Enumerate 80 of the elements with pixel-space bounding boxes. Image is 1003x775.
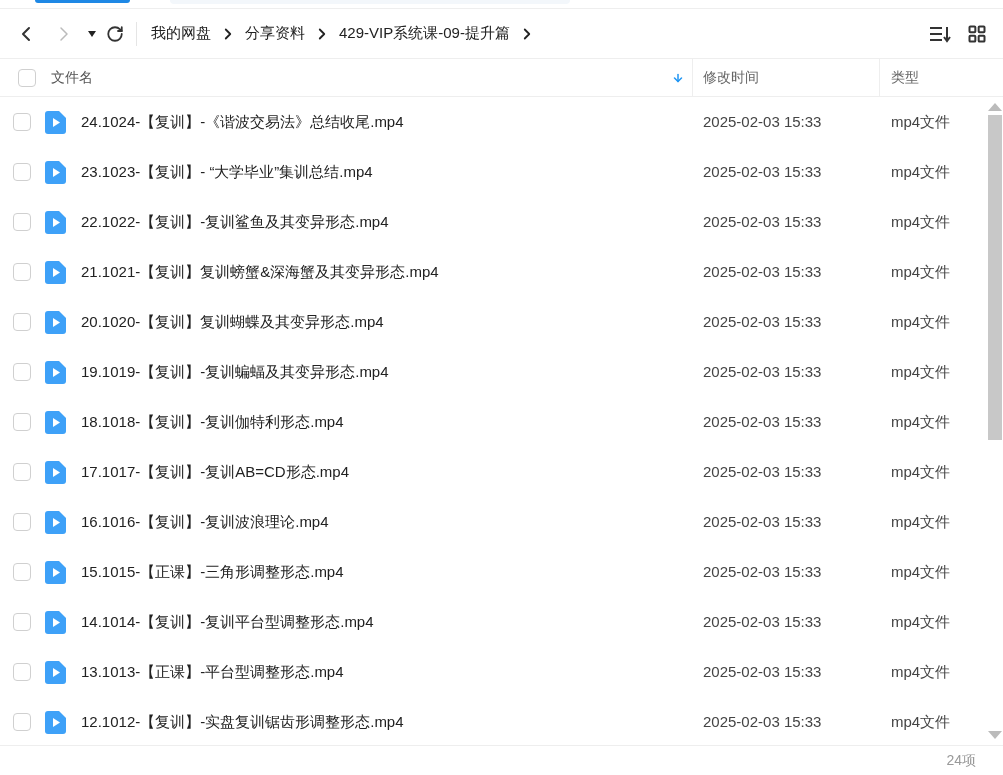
item-count: 24项 [946, 751, 976, 770]
file-type: mp4文件 [890, 361, 951, 382]
file-type: mp4文件 [890, 161, 951, 182]
video-file-icon [45, 610, 66, 634]
file-name[interactable]: 18.1018-【复训】-复训伽特利形态.mp4 [81, 410, 344, 434]
scroll-up-arrow-icon[interactable] [987, 103, 1002, 111]
file-type: mp4文件 [890, 311, 951, 332]
file-type: mp4文件 [890, 661, 951, 682]
video-file-icon [45, 710, 66, 734]
file-type: mp4文件 [890, 511, 951, 532]
file-name[interactable]: 12.1012-【复训】-实盘复训锯齿形调整形态.mp4 [81, 710, 404, 734]
video-file-icon [45, 360, 66, 384]
column-header[interactable]: 文件名 [51, 67, 93, 88]
grid-view-icon[interactable] [967, 23, 987, 44]
checkbox[interactable] [13, 713, 31, 731]
checkbox[interactable] [13, 563, 31, 581]
checkbox[interactable] [13, 113, 31, 131]
file-type: mp4文件 [890, 111, 951, 132]
modified-date: 2025-02-03 15:33 [702, 711, 823, 732]
modified-date: 2025-02-03 15:33 [702, 161, 823, 182]
file-name[interactable]: 15.1015-【正课】-三角形调整形态.mp4 [81, 560, 344, 584]
modified-date: 2025-02-03 15:33 [702, 611, 823, 632]
modified-date: 2025-02-03 15:33 [702, 661, 823, 682]
breadcrumb-link[interactable]: 分享资料 [245, 22, 305, 45]
video-file-icon [45, 260, 66, 284]
file-type: mp4文件 [890, 211, 951, 232]
modified-date: 2025-02-03 15:33 [702, 361, 823, 382]
video-file-icon [45, 410, 66, 434]
file-name[interactable]: 13.1013-【正课】-平台型调整形态.mp4 [81, 660, 344, 684]
video-file-icon [45, 310, 66, 334]
file-name[interactable]: 14.1014-【复训】-复训平台型调整形态.mp4 [81, 610, 374, 634]
column-header[interactable]: 修改时间 [703, 67, 759, 88]
column-header[interactable]: 类型 [891, 67, 919, 88]
toolbar-button[interactable] [35, 0, 130, 3]
dropdown-icon[interactable] [88, 30, 96, 37]
video-file-icon [45, 110, 66, 134]
file-name[interactable]: 23.1023-【复训】- “大学毕业”集训总结.mp4 [81, 160, 373, 184]
file-type: mp4文件 [890, 261, 951, 282]
breadcrumb-link[interactable]: 我的网盘 [151, 22, 211, 45]
modified-date: 2025-02-03 15:33 [702, 211, 823, 232]
sort-list-icon[interactable] [929, 24, 951, 43]
video-file-icon [45, 210, 66, 234]
file-name[interactable]: 17.1017-【复训】-复训AB=CD形态.mp4 [81, 460, 349, 484]
file-name[interactable]: 22.1022-【复训】-复训鲨鱼及其变异形态.mp4 [81, 210, 389, 234]
modified-date: 2025-02-03 15:33 [702, 311, 823, 332]
modified-date: 2025-02-03 15:33 [702, 511, 823, 532]
video-file-icon [45, 510, 66, 534]
modified-date: 2025-02-03 15:33 [702, 411, 823, 432]
video-file-icon [45, 160, 66, 184]
file-type: mp4文件 [890, 611, 951, 632]
breadcrumb-link[interactable]: 429-VIP系统课-09-提升篇 [339, 22, 510, 45]
modified-date: 2025-02-03 15:33 [702, 561, 823, 582]
file-type: mp4文件 [890, 461, 951, 482]
checkbox[interactable] [13, 513, 31, 531]
file-name[interactable]: 20.1020-【复训】复训蝴蝶及其变异形态.mp4 [81, 310, 384, 334]
checkbox[interactable] [13, 213, 31, 231]
scroll-down-arrow-icon[interactable] [987, 731, 1002, 739]
file-type: mp4文件 [890, 561, 951, 582]
checkbox[interactable] [13, 313, 31, 331]
checkbox[interactable] [18, 68, 36, 87]
checkbox[interactable] [13, 163, 31, 181]
checkbox[interactable] [13, 263, 31, 281]
file-type: mp4文件 [890, 411, 951, 432]
checkbox[interactable] [13, 363, 31, 381]
video-file-icon [45, 560, 66, 584]
checkbox[interactable] [13, 663, 31, 681]
modified-date: 2025-02-03 15:33 [702, 111, 823, 132]
file-name[interactable]: 19.1019-【复训】-复训蝙蝠及其变异形态.mp4 [81, 360, 389, 384]
modified-date: 2025-02-03 15:33 [702, 261, 823, 282]
file-type: mp4文件 [890, 711, 951, 732]
video-file-icon [45, 460, 66, 484]
checkbox[interactable] [13, 413, 31, 431]
refresh-button[interactable] [106, 24, 124, 43]
video-file-icon [45, 660, 66, 684]
checkbox[interactable] [13, 613, 31, 631]
file-name[interactable]: 21.1021-【复训】复训螃蟹&深海蟹及其变异形态.mp4 [81, 260, 439, 284]
modified-date: 2025-02-03 15:33 [702, 461, 823, 482]
file-name[interactable]: 16.1016-【复训】-复训波浪理论.mp4 [81, 510, 329, 534]
file-name[interactable]: 24.1024-【复训】-《谐波交易法》总结收尾.mp4 [81, 110, 404, 134]
checkbox[interactable] [13, 463, 31, 481]
